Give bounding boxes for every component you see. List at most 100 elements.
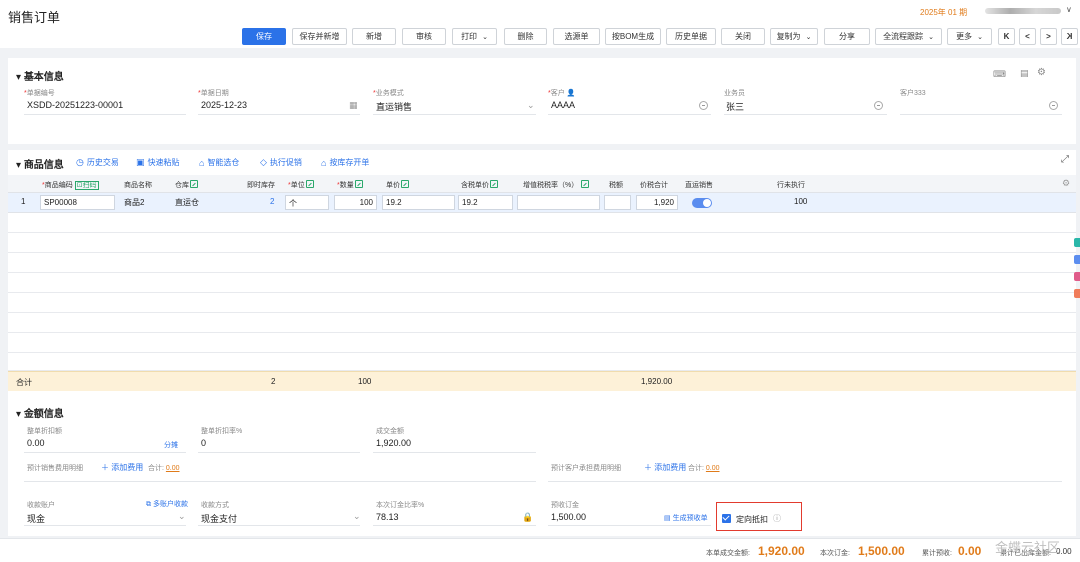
batch-edit-icon[interactable] bbox=[190, 180, 198, 188]
batch-edit-icon[interactable] bbox=[401, 180, 409, 188]
goods-title[interactable]: ▾ 商品信息 bbox=[16, 156, 64, 171]
totals-row: 合计 2 100 1,920.00 bbox=[8, 371, 1076, 391]
add-customer-fee-button[interactable]: ＋ 添加费用 bbox=[644, 462, 686, 473]
tax-price-input[interactable]: 19.2 bbox=[458, 195, 513, 210]
batch-edit-icon[interactable] bbox=[581, 180, 590, 188]
calendar-icon[interactable]: ▦ bbox=[349, 100, 358, 111]
page-title: 销售订单 bbox=[8, 10, 61, 25]
doc-icon[interactable]: ▤ bbox=[1020, 68, 1029, 79]
keyboard-icon[interactable]: ⌨ bbox=[993, 69, 1008, 80]
print-button[interactable]: 打印 ⌄ bbox=[452, 28, 497, 45]
save-button[interactable]: 保存 bbox=[242, 28, 286, 45]
totals-amount: 1,920.00 bbox=[641, 377, 673, 386]
save-and-new-button[interactable]: 保存并新增 bbox=[292, 28, 347, 45]
unit-input[interactable]: 个 bbox=[285, 195, 329, 210]
quick-paste-tool[interactable]: ▣ 快速粘贴 bbox=[136, 157, 180, 168]
business-mode-select[interactable]: 直运销售 bbox=[376, 100, 412, 113]
warehouse-icon: ⌂ bbox=[199, 157, 205, 168]
basic-info-title[interactable]: ▾ 基本信息 bbox=[16, 68, 64, 83]
col-tax-price: 含税单价 bbox=[461, 180, 498, 190]
empty-row[interactable] bbox=[8, 333, 1076, 353]
add-sales-fee-button[interactable]: ＋ 添加费用 bbox=[101, 462, 143, 473]
advance-field[interactable]: 1,500.00 bbox=[551, 512, 586, 522]
scan-button[interactable]: ⊡扫码 bbox=[74, 181, 99, 190]
sales-fee-subtotal: 合计: 0.00 bbox=[148, 465, 180, 472]
stock-cell[interactable]: 2 bbox=[270, 197, 274, 206]
tax-rate-input[interactable] bbox=[517, 195, 600, 210]
batch-edit-icon[interactable] bbox=[305, 180, 314, 188]
prev-record-button[interactable]: < bbox=[1019, 28, 1036, 45]
column-settings-icon[interactable]: ⚙ bbox=[1062, 178, 1070, 189]
qty-input[interactable]: 100 bbox=[334, 195, 377, 210]
close-button[interactable]: 关闭 bbox=[721, 28, 765, 45]
table-row[interactable]: 1 SP00008 商品2 直运仓 2 个 100 19.2 19.2 1,92… bbox=[8, 193, 1076, 213]
doc-no-field[interactable]: XSDD-20251223-00001 bbox=[27, 100, 123, 110]
deposit-total-label: 本次订金: bbox=[820, 550, 850, 557]
full-trace-button[interactable]: 全流程跟踪 ⌄ bbox=[875, 28, 942, 45]
deposit-ratio-field[interactable]: 78.13 bbox=[376, 512, 399, 522]
price-input[interactable]: 19.2 bbox=[382, 195, 455, 210]
share-button[interactable]: 分享 bbox=[824, 28, 870, 45]
delete-button[interactable]: 删除 bbox=[504, 28, 547, 45]
audit-button[interactable]: 审核 bbox=[402, 28, 446, 45]
user-menu-caret[interactable]: ∨ bbox=[1066, 5, 1072, 14]
discount-amount-field[interactable]: 0.00 bbox=[27, 438, 45, 448]
gear-icon[interactable]: ⚙ bbox=[1037, 67, 1046, 78]
side-tab[interactable] bbox=[1074, 289, 1080, 298]
first-record-button[interactable]: K bbox=[998, 28, 1015, 45]
discount-rate-field[interactable]: 0 bbox=[201, 438, 206, 448]
bom-generate-button[interactable]: 按BOM生成 bbox=[605, 28, 661, 45]
new-button[interactable]: 新增 bbox=[352, 28, 396, 45]
stock-order-tool[interactable]: ⌂ 按库存开单 bbox=[321, 157, 369, 168]
history-docs-button[interactable]: 历史单据 bbox=[666, 28, 716, 45]
clear-salesman-icon[interactable] bbox=[874, 101, 883, 110]
chevron-down-icon[interactable]: ⌄ bbox=[353, 511, 361, 522]
generate-receipt-link[interactable]: ▤ 生成预收单 bbox=[664, 513, 708, 523]
expand-icon[interactable]: ⤢ bbox=[1061, 154, 1069, 165]
copy-as-button[interactable]: 复制为 ⌄ bbox=[770, 28, 818, 45]
empty-row[interactable] bbox=[8, 273, 1076, 293]
batch-edit-icon[interactable] bbox=[490, 180, 498, 188]
lock-icon[interactable]: 🔒 bbox=[522, 512, 533, 523]
empty-row[interactable] bbox=[8, 353, 1076, 371]
clear-customer-icon[interactable] bbox=[699, 101, 708, 110]
customer-field[interactable]: AAAA bbox=[551, 100, 575, 110]
account-select[interactable]: 现金 bbox=[27, 512, 45, 525]
side-tab[interactable] bbox=[1074, 238, 1080, 247]
empty-row[interactable] bbox=[8, 313, 1076, 333]
salesman-field[interactable]: 张三 bbox=[726, 100, 744, 113]
period-label[interactable]: 2025年 01 期 bbox=[920, 7, 967, 18]
empty-row[interactable] bbox=[8, 253, 1076, 273]
warehouse-cell[interactable]: 直运仓 bbox=[175, 197, 199, 208]
doc-date-field[interactable]: 2025-12-23 bbox=[201, 100, 247, 110]
last-record-button[interactable]: K bbox=[1061, 28, 1078, 45]
batch-edit-icon[interactable] bbox=[354, 180, 363, 188]
side-tab[interactable] bbox=[1074, 272, 1080, 281]
promotion-tool[interactable]: ◇ 执行促销 bbox=[260, 157, 302, 168]
next-record-button[interactable]: > bbox=[1040, 28, 1057, 45]
allocate-link[interactable]: 分摊 bbox=[164, 440, 178, 450]
more-button[interactable]: 更多 ⌄ bbox=[947, 28, 992, 45]
empty-row[interactable] bbox=[8, 293, 1076, 313]
history-trade-tool[interactable]: ◷ 历史交易 bbox=[76, 157, 119, 168]
user-icon[interactable]: 👤 bbox=[567, 90, 576, 97]
chevron-down-icon[interactable]: ⌄ bbox=[527, 100, 535, 111]
direct-sale-toggle[interactable] bbox=[692, 198, 712, 208]
row-index: 1 bbox=[21, 197, 26, 206]
method-select[interactable]: 现金支付 bbox=[201, 512, 237, 525]
user-name-blurred[interactable] bbox=[985, 8, 1061, 14]
smart-warehouse-tool[interactable]: ⌂ 智能选仓 bbox=[199, 157, 239, 168]
total-input[interactable]: 1,920 bbox=[636, 195, 678, 210]
chevron-down-icon[interactable]: ⌄ bbox=[178, 511, 186, 522]
empty-row[interactable] bbox=[8, 213, 1076, 233]
select-source-button[interactable]: 选源单 bbox=[553, 28, 600, 45]
tax-input[interactable] bbox=[604, 195, 631, 210]
amount-title[interactable]: ▾ 金额信息 bbox=[16, 405, 64, 420]
basic-info-card: ▾ 基本信息 ⌨ ▤ ⚙ *单据编号 XSDD-20251223-00001 *… bbox=[8, 58, 1076, 144]
clear-customer333-icon[interactable] bbox=[1049, 101, 1058, 110]
multi-account-link[interactable]: ⧉ 多账户收款 bbox=[146, 499, 188, 509]
empty-row[interactable] bbox=[8, 233, 1076, 253]
side-tab[interactable] bbox=[1074, 255, 1080, 264]
code-input[interactable]: SP00008 bbox=[40, 195, 115, 210]
chevron-down-icon: ⌄ bbox=[805, 33, 812, 41]
